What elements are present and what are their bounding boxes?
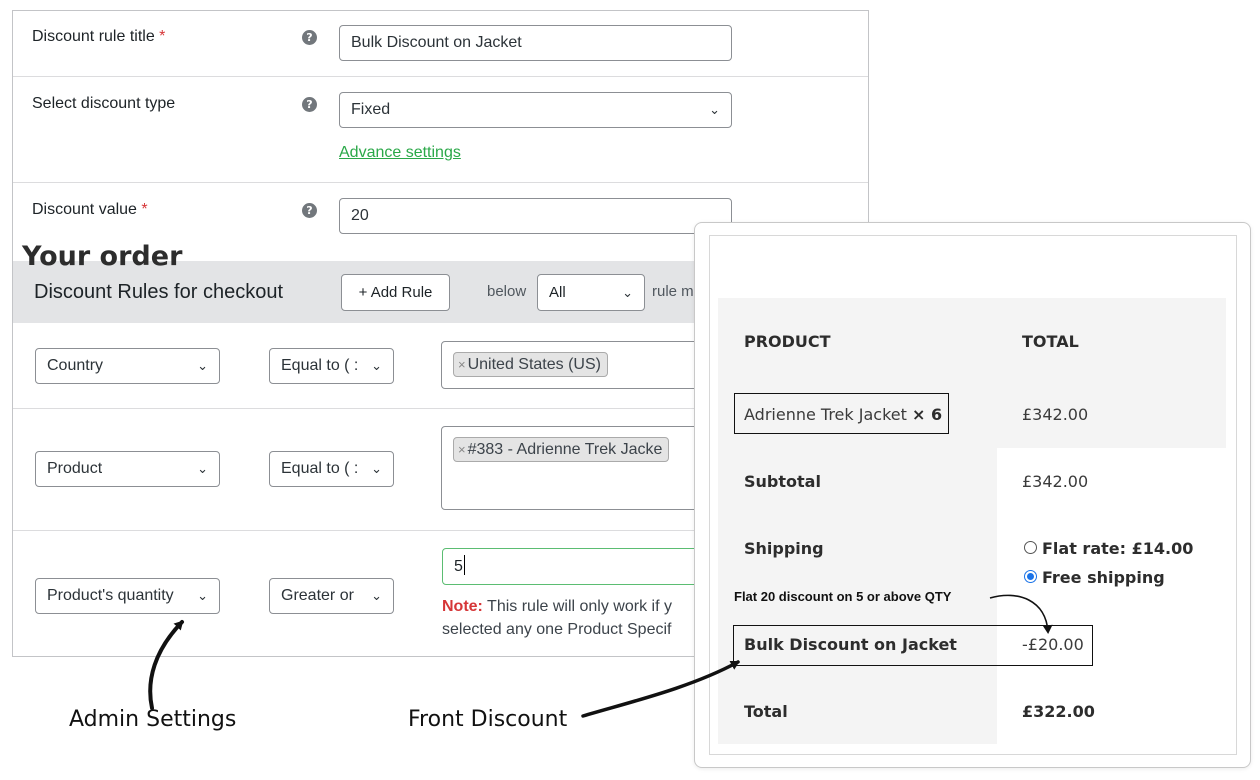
advance-settings-link[interactable]: Advance settings: [339, 144, 461, 162]
subtotal-value: £342.00: [1022, 472, 1089, 491]
rules-heading: Discount Rules for checkout: [34, 281, 284, 303]
shipping-option-flat-rate[interactable]: Flat rate: £14.00: [1042, 539, 1193, 558]
chevron-down-icon: ⌄: [371, 358, 382, 373]
type-select-value: Fixed: [351, 101, 391, 118]
note-label: Note:: [442, 598, 483, 615]
note-line-2: selected any one Product Specif: [442, 621, 672, 638]
remove-tag-icon[interactable]: ×: [458, 357, 466, 372]
item-total: £342.00: [1022, 405, 1089, 424]
discount-value: -£20.00: [1022, 635, 1084, 654]
shipping-option-free[interactable]: Free shipping: [1042, 568, 1165, 587]
chevron-down-icon: ⌄: [197, 588, 208, 603]
subtotal-label: Subtotal: [744, 472, 821, 491]
remove-tag-icon[interactable]: ×: [458, 442, 466, 457]
rule-field-select[interactable]: Country ⌄: [35, 348, 220, 384]
title-row: Discount rule title * ? Bulk Discount on…: [13, 11, 868, 77]
type-row: Select discount type ? Fixed ⌄: [13, 77, 868, 183]
shipping-radio-flat-rate[interactable]: [1024, 541, 1037, 554]
required-marker: *: [141, 201, 148, 218]
required-marker: *: [159, 28, 166, 45]
title-input[interactable]: Bulk Discount on Jacket: [339, 25, 732, 61]
rule-field-select[interactable]: Product ⌄: [35, 451, 220, 487]
selected-tag[interactable]: × United States (US): [453, 352, 608, 377]
column-header-total: TOTAL: [1022, 332, 1079, 351]
total-value: £322.00: [1022, 702, 1095, 721]
chevron-down-icon: ⌄: [709, 102, 720, 117]
column-header-product: PRODUCT: [744, 332, 831, 351]
item-quantity: × 6: [911, 405, 943, 424]
help-icon[interactable]: ?: [302, 30, 317, 45]
type-select[interactable]: Fixed ⌄: [339, 92, 732, 128]
title-label: Discount rule title *: [32, 28, 166, 45]
total-label: Total: [744, 702, 788, 721]
chevron-down-icon: ⌄: [371, 588, 382, 603]
note-line-1: This rule will only work if y: [487, 598, 672, 615]
below-text: below: [487, 283, 527, 300]
rule-match-value: All: [549, 284, 566, 301]
rule-operator-select[interactable]: Equal to ( : ⌄: [269, 451, 394, 487]
discount-label: Bulk Discount on Jacket: [744, 635, 957, 654]
text-caret: [463, 555, 465, 575]
chevron-down-icon: ⌄: [197, 358, 208, 373]
rule-match-select[interactable]: All ⌄: [537, 274, 645, 311]
add-rule-button[interactable]: + Add Rule: [341, 274, 450, 311]
value-label: Discount value *: [32, 201, 148, 218]
type-label: Select discount type: [32, 95, 176, 112]
help-icon[interactable]: ?: [302, 97, 317, 112]
discount-annotation: Flat 20 discount on 5 or above QTY: [734, 589, 952, 604]
shipping-label: Shipping: [744, 539, 824, 558]
selected-tag[interactable]: × #383 - Adrienne Trek Jacke: [453, 437, 670, 462]
rule-match-text: rule m: [652, 283, 694, 300]
admin-settings-caption: Admin Settings: [69, 707, 237, 732]
rule-operator-select[interactable]: Greater or ⌄: [269, 578, 394, 614]
rule-operator-select[interactable]: Equal to ( : ⌄: [269, 348, 394, 384]
chevron-down-icon: ⌄: [622, 285, 633, 300]
shipping-radio-free[interactable]: [1024, 570, 1037, 583]
front-discount-caption: Front Discount: [408, 707, 568, 732]
rule-field-select[interactable]: Product's quantity ⌄: [35, 578, 220, 614]
chevron-down-icon: ⌄: [197, 461, 208, 476]
item-name: Adrienne Trek Jacket × 6: [744, 405, 943, 424]
order-title: Your order: [22, 241, 183, 272]
discount-value-input[interactable]: 20: [339, 198, 732, 234]
chevron-down-icon: ⌄: [371, 461, 382, 476]
help-icon[interactable]: ?: [302, 203, 317, 218]
